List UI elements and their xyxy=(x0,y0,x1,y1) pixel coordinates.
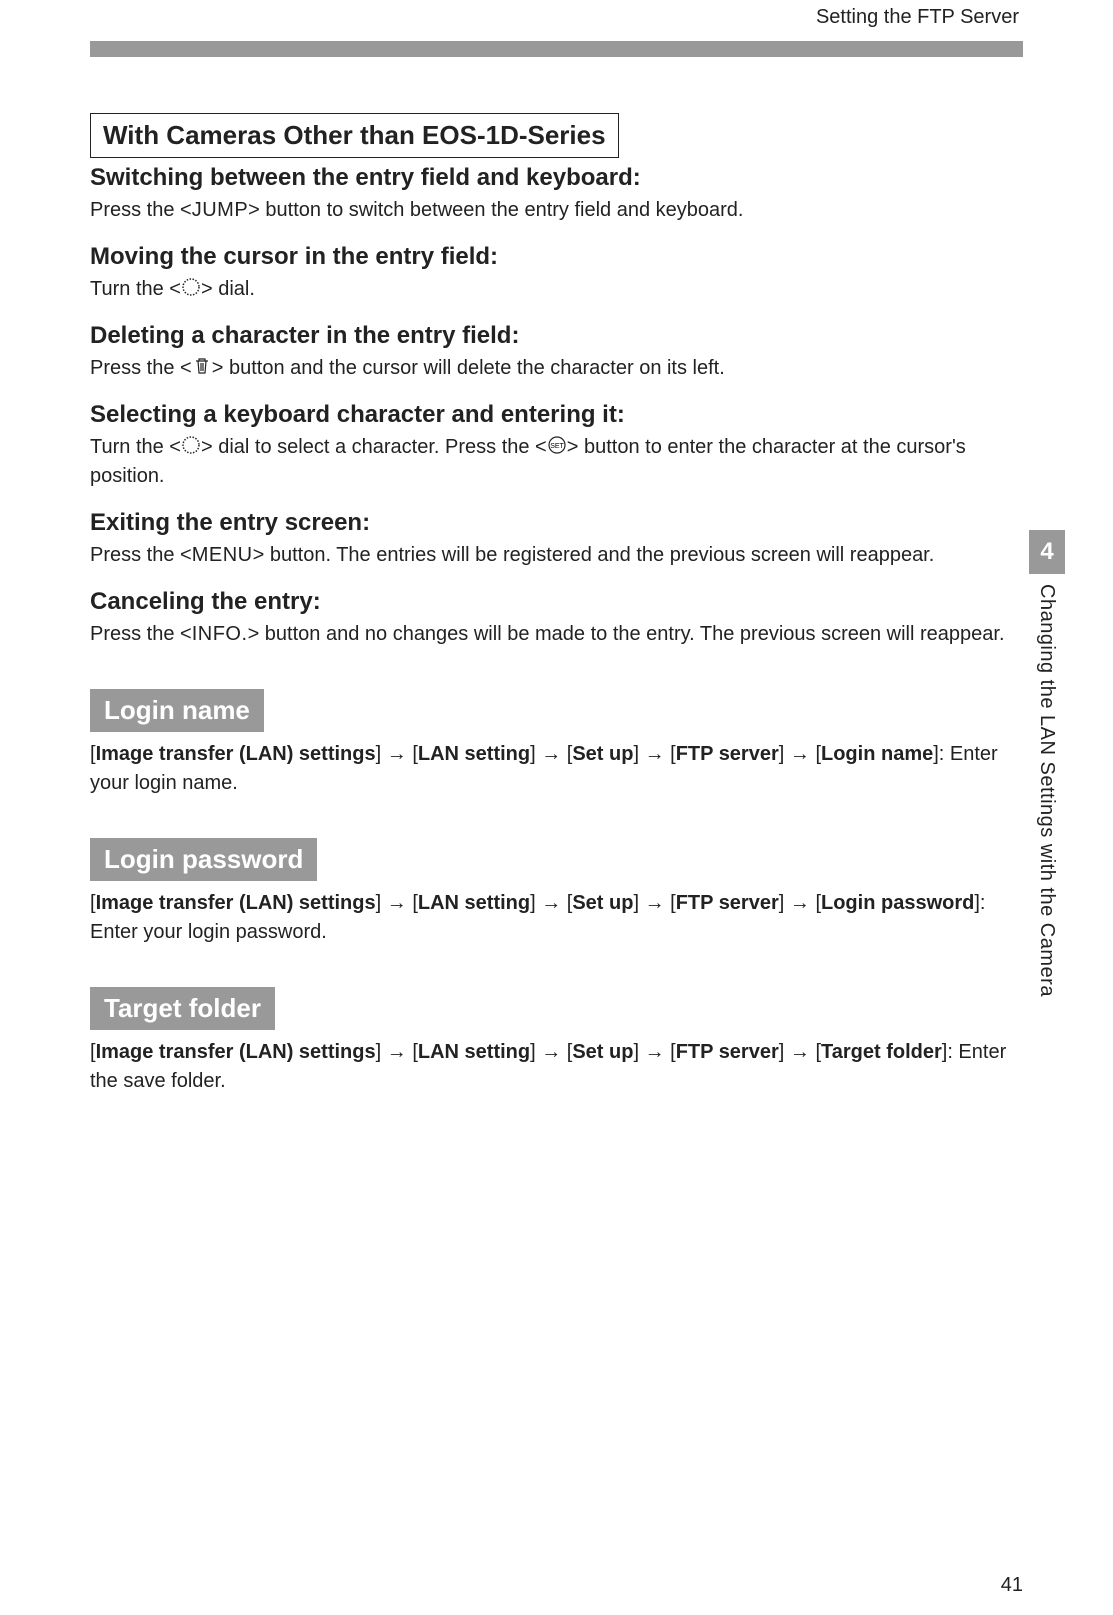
path-d: FTP server xyxy=(676,743,779,765)
path-a: Image transfer (LAN) settings xyxy=(96,743,376,765)
s3-heading: Deleting a character in the entry field: xyxy=(90,322,1023,350)
dial-icon xyxy=(181,435,201,455)
s4-body: Turn the < > dial to select a character. … xyxy=(90,433,1023,491)
path-a: Image transfer (LAN) settings xyxy=(96,892,376,914)
path-b: LAN setting xyxy=(418,1041,530,1063)
s6-text-pre: Press the < xyxy=(90,623,192,645)
s3-text-pre: Press the < xyxy=(90,357,192,379)
login-password-tag: Login password xyxy=(90,838,317,881)
arrow-icon: → xyxy=(639,892,670,914)
s2-text-post: > dial. xyxy=(201,278,255,300)
path-e: Login name xyxy=(821,743,933,765)
box-heading: With Cameras Other than EOS-1D-Series xyxy=(90,113,619,158)
arrow-icon: → xyxy=(639,743,670,765)
path-c: Set up xyxy=(572,1041,633,1063)
jump-button-label: JUMP xyxy=(192,199,248,221)
path-e: Login password xyxy=(821,892,974,914)
s3-text-post: > button and the cursor will delete the … xyxy=(212,357,725,379)
path-a: Image transfer (LAN) settings xyxy=(96,1041,376,1063)
side-tab: 4 Changing the LAN Settings with the Cam… xyxy=(1029,530,1065,997)
s6-text-post: > button and no changes will be made to … xyxy=(248,623,1005,645)
path-d: FTP server xyxy=(676,892,779,914)
s1-heading: Switching between the entry field and ke… xyxy=(90,164,1023,192)
arrow-icon: → xyxy=(536,743,567,765)
chapter-label: Changing the LAN Settings with the Camer… xyxy=(1029,584,1058,997)
path-c: Set up xyxy=(572,743,633,765)
path-b: LAN setting xyxy=(418,743,530,765)
svg-text:SET: SET xyxy=(550,443,564,450)
arrow-icon: → xyxy=(784,743,815,765)
s1-text-pre: Press the < xyxy=(90,199,192,221)
path-d: FTP server xyxy=(676,1041,779,1063)
dial-icon xyxy=(181,277,201,297)
s5-body: Press the <MENU> button. The entries wil… xyxy=(90,541,1023,570)
arrow-icon: → xyxy=(784,892,815,914)
s1-body: Press the <JUMP> button to switch betwee… xyxy=(90,196,1023,225)
set-button-icon: SET xyxy=(547,435,567,455)
trash-icon xyxy=(192,356,212,376)
s4-heading: Selecting a keyboard character and enter… xyxy=(90,401,1023,429)
s5-text-pre: Press the < xyxy=(90,544,192,566)
s4-text-mid: > dial to select a character. Press the … xyxy=(201,436,547,458)
login-password-path: [Image transfer (LAN) settings] → [LAN s… xyxy=(90,889,1023,947)
s6-body: Press the <INFO.> button and no changes … xyxy=(90,620,1023,649)
s1-text-post: > button to switch between the entry fie… xyxy=(248,199,743,221)
s2-body: Turn the < > dial. xyxy=(90,275,1023,304)
login-name-tag: Login name xyxy=(90,689,264,732)
arrow-icon: → xyxy=(536,892,567,914)
menu-button-label: MENU xyxy=(192,544,253,566)
s5-heading: Exiting the entry screen: xyxy=(90,509,1023,537)
s5-text-post: > button. The entries will be registered… xyxy=(253,544,935,566)
arrow-icon: → xyxy=(536,1041,567,1063)
arrow-icon: → xyxy=(381,892,412,914)
header-bar xyxy=(90,41,1023,57)
target-folder-tag: Target folder xyxy=(90,987,275,1030)
header-title: Setting the FTP Server xyxy=(90,0,1023,29)
login-name-path: [Image transfer (LAN) settings] → [LAN s… xyxy=(90,740,1023,798)
page-number: 41 xyxy=(1001,1574,1023,1597)
path-c: Set up xyxy=(572,892,633,914)
path-b: LAN setting xyxy=(418,892,530,914)
arrow-icon: → xyxy=(784,1041,815,1063)
s6-heading: Canceling the entry: xyxy=(90,588,1023,616)
chapter-number: 4 xyxy=(1029,530,1065,574)
s3-body: Press the < > button and the cursor will … xyxy=(90,354,1023,383)
s2-text-pre: Turn the < xyxy=(90,278,181,300)
s4-text-pre: Turn the < xyxy=(90,436,181,458)
arrow-icon: → xyxy=(381,743,412,765)
arrow-icon: → xyxy=(381,1041,412,1063)
target-folder-path: [Image transfer (LAN) settings] → [LAN s… xyxy=(90,1038,1023,1096)
path-e: Target folder xyxy=(821,1041,942,1063)
arrow-icon: → xyxy=(639,1041,670,1063)
info-button-label: INFO. xyxy=(192,623,248,645)
s2-heading: Moving the cursor in the entry field: xyxy=(90,243,1023,271)
